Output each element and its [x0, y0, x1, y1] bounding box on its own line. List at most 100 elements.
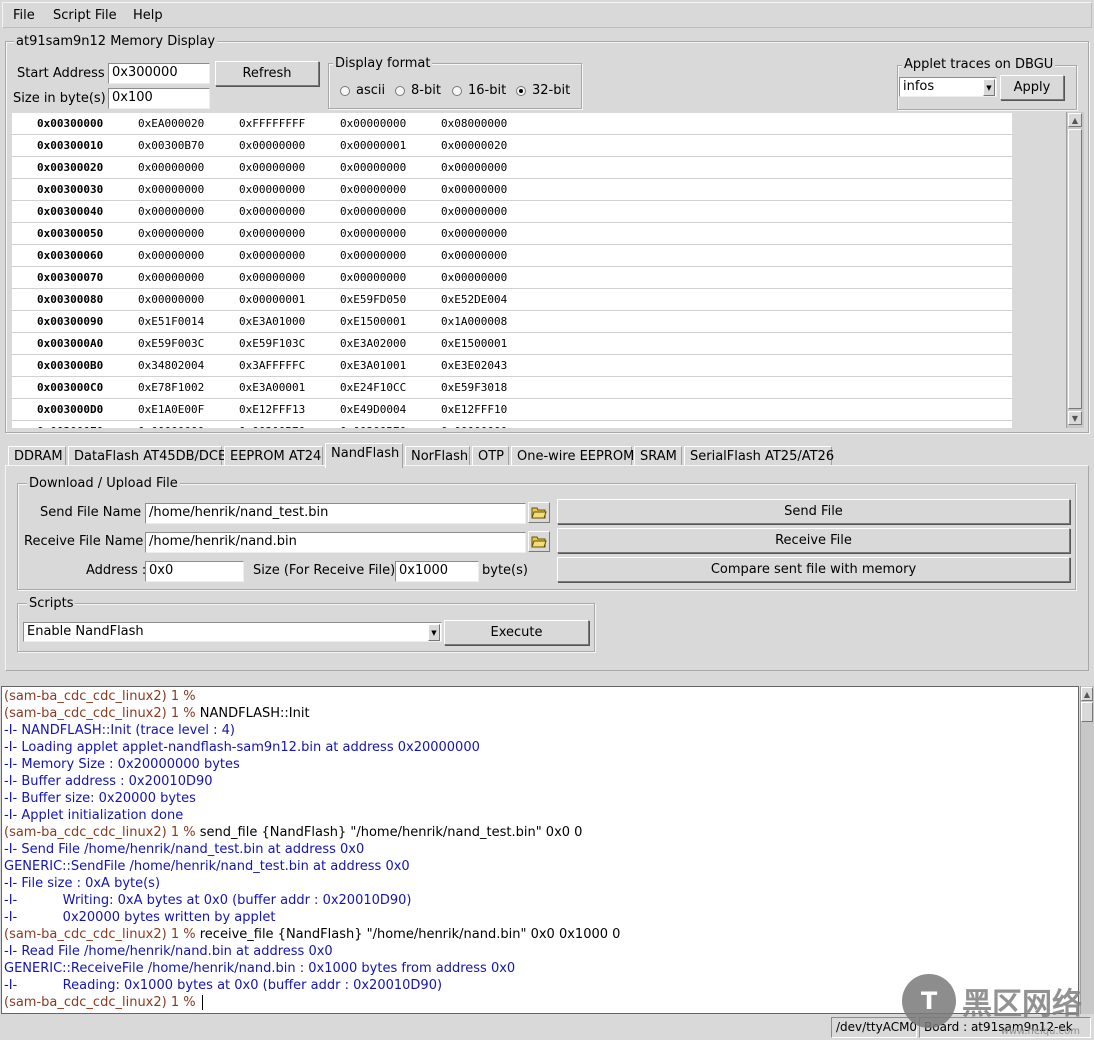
memory-value-cell[interactable]: 0x00000000 — [340, 271, 441, 284]
memory-value-cell[interactable]: 0xE59F103C — [239, 337, 340, 350]
scroll-up-icon[interactable]: ▲ — [1068, 113, 1082, 127]
memory-value-cell[interactable]: 0x00000000 — [239, 249, 340, 262]
send-file-button[interactable]: Send File — [557, 499, 1070, 524]
memory-value-cell[interactable]: 0x00000000 — [138, 227, 239, 240]
tab-otp[interactable]: OTP — [472, 446, 509, 466]
memory-value-cell[interactable]: 0x00000000 — [138, 161, 239, 174]
apply-button[interactable]: Apply — [1000, 75, 1064, 100]
memory-value-cell[interactable]: 0xE3A01001 — [340, 359, 441, 372]
scroll-up-icon[interactable]: ▲ — [1081, 687, 1093, 701]
memory-value-cell[interactable]: 0xE12FFF10 — [441, 403, 542, 416]
memory-value-cell[interactable]: 0x00000000 — [340, 183, 441, 196]
memory-value-cell[interactable]: 0x1A000008 — [441, 315, 542, 328]
memory-value-cell[interactable]: 0x00300B70 — [138, 139, 239, 152]
memory-value-cell[interactable]: 0x00000000 — [138, 271, 239, 284]
tab-serialflash-at25-at26[interactable]: SerialFlash AT25/AT26 — [684, 446, 834, 466]
memory-value-cell[interactable]: 0x00000000 — [239, 139, 340, 152]
memory-value-cell[interactable]: 0x00000000 — [441, 271, 542, 284]
start-address-input[interactable]: 0x300000 — [108, 63, 210, 84]
radio-8bit[interactable]: 8-bit — [395, 83, 441, 98]
memory-value-cell[interactable]: 0x00000000 — [239, 161, 340, 174]
memory-value-cell[interactable]: 0x00000000 — [138, 293, 239, 306]
tab-dataflash-at45db-dcb[interactable]: DataFlash AT45DB/DCB — [68, 446, 227, 466]
memory-value-cell[interactable]: 0x00300B70 — [239, 425, 340, 428]
memory-value-cell[interactable]: 0xE1A0E00F — [138, 403, 239, 416]
tcl-console[interactable]: (sam-ba_cdc_cdc_linux2) 1 % (sam-ba_cdc_… — [1, 686, 1079, 1014]
memory-value-cell[interactable]: 0x00000000 — [138, 183, 239, 196]
send-file-input[interactable]: /home/henrik/nand_test.bin — [145, 503, 526, 524]
radio-ascii[interactable]: ascii — [340, 83, 385, 98]
scroll-thumb[interactable] — [1068, 129, 1082, 409]
memory-value-cell[interactable]: 0x00000000 — [239, 227, 340, 240]
memory-value-cell[interactable]: 0x00000000 — [441, 205, 542, 218]
chevron-down-icon[interactable]: ▼ — [428, 624, 440, 641]
memory-value-cell[interactable]: 0x00000000 — [441, 249, 542, 262]
memory-value-cell[interactable]: 0x00000000 — [340, 227, 441, 240]
tab-norflash[interactable]: NorFlash — [405, 446, 470, 466]
trace-level-select[interactable]: infos ▼ — [899, 77, 997, 97]
memory-value-cell[interactable]: 0xE52DE004 — [441, 293, 542, 306]
address-input[interactable]: 0x0 — [145, 561, 244, 582]
memory-value-cell[interactable]: 0xE1500001 — [340, 315, 441, 328]
execute-button[interactable]: Execute — [444, 620, 589, 645]
memory-value-cell[interactable]: 0xE12FFF13 — [239, 403, 340, 416]
memory-value-cell[interactable]: 0xEA000020 — [138, 117, 239, 130]
memory-value-cell[interactable]: 0xE59F003C — [138, 337, 239, 350]
memory-value-cell[interactable]: 0xFFFFFFFF — [239, 117, 340, 130]
memory-value-cell[interactable]: 0x3AFFFFFC — [239, 359, 340, 372]
memory-value-cell[interactable]: 0xE59FD050 — [340, 293, 441, 306]
receive-file-button[interactable]: Receive File — [557, 528, 1070, 553]
scroll-down-icon[interactable]: ▼ — [1068, 411, 1082, 425]
compare-button[interactable]: Compare sent file with memory — [557, 557, 1070, 582]
tab-ddram[interactable]: DDRAM — [8, 446, 66, 466]
memory-value-cell[interactable]: 0x00300B70 — [340, 425, 441, 428]
tab-eeprom-at24[interactable]: EEPROM AT24 — [224, 446, 323, 466]
size-input[interactable]: 0x100 — [108, 88, 210, 109]
memory-value-cell[interactable]: 0xE3E02043 — [441, 359, 542, 372]
scroll-thumb[interactable] — [1081, 702, 1093, 722]
memory-value-cell[interactable]: 0x08000000 — [441, 117, 542, 130]
memory-value-cell[interactable]: 0x00000000 — [441, 227, 542, 240]
menu-file[interactable]: File — [13, 8, 35, 23]
memory-value-cell[interactable]: 0x00000000 — [340, 249, 441, 262]
tab-one-wire-eeprom[interactable]: One-wire EEPROM — [511, 446, 634, 466]
refresh-button[interactable]: Refresh — [215, 61, 319, 86]
memory-value-cell[interactable]: 0x00000000 — [340, 117, 441, 130]
receive-file-input[interactable]: /home/henrik/nand.bin — [145, 532, 526, 553]
send-folder-button[interactable] — [528, 502, 550, 523]
memory-value-cell[interactable]: 0x00000020 — [441, 139, 542, 152]
memory-value-cell[interactable]: 0xE3A02000 — [340, 337, 441, 350]
memory-value-cell[interactable]: 0xE1500001 — [441, 337, 542, 350]
memory-value-cell[interactable]: 0x00000000 — [340, 161, 441, 174]
radio-32bit[interactable]: 32-bit — [516, 83, 570, 98]
memory-value-cell[interactable]: 0x00000000 — [138, 249, 239, 262]
memory-value-cell[interactable]: 0x00000000 — [441, 425, 542, 428]
memory-value-cell[interactable]: 0x00000000 — [441, 161, 542, 174]
script-select[interactable]: Enable NandFlash ▼ — [23, 622, 442, 642]
radio-16bit[interactable]: 16-bit — [452, 83, 506, 98]
menu-help[interactable]: Help — [133, 8, 163, 23]
memory-value-cell[interactable]: 0xE78F1002 — [138, 381, 239, 394]
memory-value-cell[interactable]: 0x00000000 — [340, 205, 441, 218]
memory-value-cell[interactable]: 0x00000000 — [138, 425, 239, 428]
memory-value-cell[interactable]: 0x00000001 — [239, 293, 340, 306]
memory-value-cell[interactable]: 0x00000000 — [239, 205, 340, 218]
memory-value-cell[interactable]: 0x00000001 — [340, 139, 441, 152]
memory-value-cell[interactable]: 0x00000000 — [441, 183, 542, 196]
memory-value-cell[interactable]: 0xE51F0014 — [138, 315, 239, 328]
tab-sram[interactable]: SRAM — [634, 446, 682, 466]
memory-value-cell[interactable]: 0x00000000 — [239, 183, 340, 196]
tab-nandflash[interactable]: NandFlash — [325, 443, 403, 468]
menu-script-file[interactable]: Script File — [53, 8, 117, 23]
receive-size-input[interactable]: 0x1000 — [395, 561, 479, 582]
memory-value-cell[interactable]: 0x34802004 — [138, 359, 239, 372]
memory-value-cell[interactable]: 0xE3A01000 — [239, 315, 340, 328]
memory-value-cell[interactable]: 0xE24F10CC — [340, 381, 441, 394]
memory-value-cell[interactable]: 0xE49D0004 — [340, 403, 441, 416]
memory-value-cell[interactable]: 0xE3A00001 — [239, 381, 340, 394]
console-scrollbar[interactable]: ▲ — [1080, 686, 1094, 1014]
memory-scrollbar[interactable]: ▲ ▼ — [1066, 112, 1084, 428]
memory-value-cell[interactable]: 0xE59F3018 — [441, 381, 542, 394]
memory-value-cell[interactable]: 0x00000000 — [138, 205, 239, 218]
receive-folder-button[interactable] — [528, 531, 550, 552]
